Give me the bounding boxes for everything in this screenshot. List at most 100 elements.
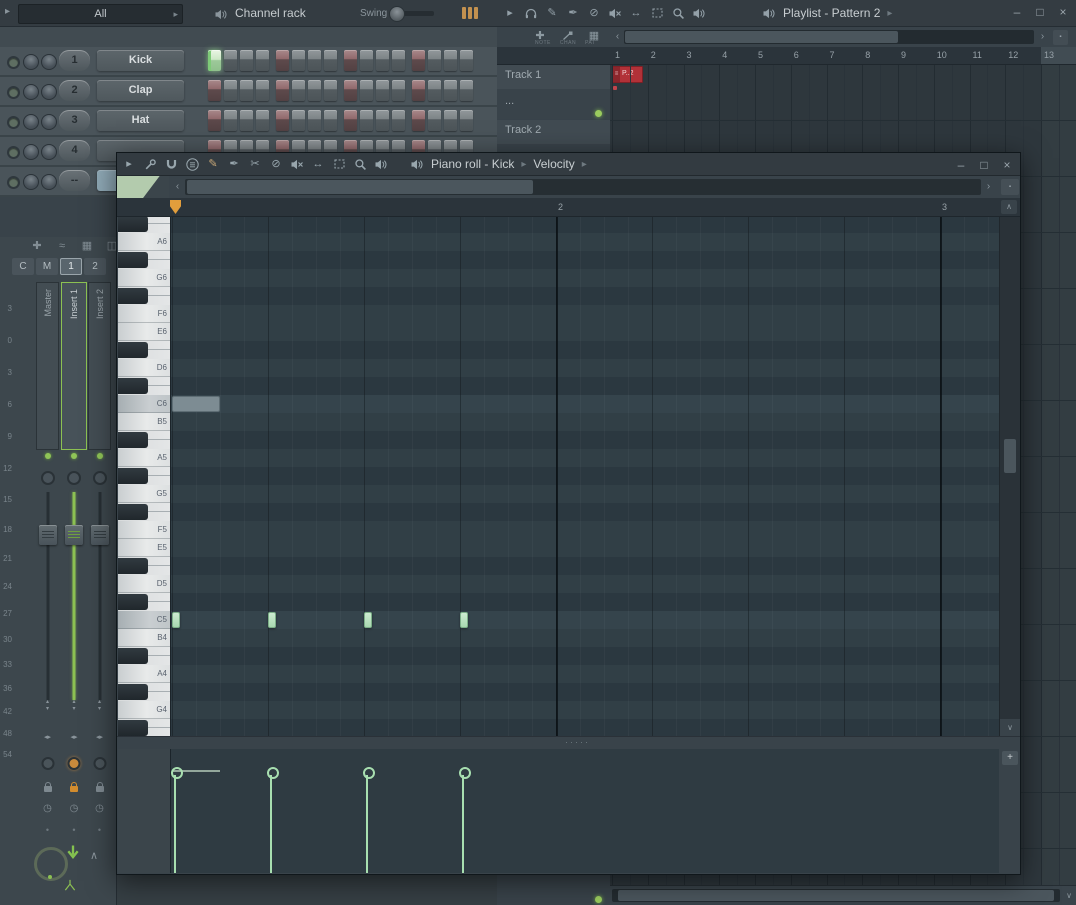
velocity-handle[interactable] [459,767,471,779]
step-cell[interactable] [344,80,357,101]
step-cell[interactable] [444,110,457,131]
snap-magnet-icon[interactable] [164,157,178,171]
step-cell[interactable] [240,80,253,101]
channel-number-display[interactable]: -- [59,170,90,191]
stereo-separation-arrows[interactable]: ▴ ▾ [46,699,49,713]
fader-handle[interactable] [90,525,109,545]
step-cell[interactable] [460,80,473,101]
panel-splitter[interactable]: ····· [117,736,1020,750]
step-cell[interactable] [376,50,389,71]
cut-tool-icon[interactable]: ✂ [248,157,262,171]
piano-keyboard[interactable]: A6 G6 F6 E6 D6 C6 B5 A5 G5 F5 E5 D5 C5 B4 A4 G4 [118,217,170,736]
fader-track[interactable] [98,492,101,700]
channel-button-hat[interactable]: Hat [97,110,184,131]
piano-key-G4[interactable]: G4 [118,701,170,719]
piano-key-G#4[interactable] [118,683,170,701]
velocity-handle[interactable] [267,767,279,779]
step-cell[interactable] [276,80,289,101]
step-cell[interactable] [208,110,221,131]
volume-knob[interactable] [41,174,57,190]
maximize-button[interactable]: □ [977,158,991,172]
piano-key-C#5[interactable] [118,593,170,611]
strip-lock-icon[interactable] [70,782,78,792]
pan-knob[interactable] [23,54,39,70]
close-button[interactable]: × [1056,5,1070,19]
paint-tool-icon[interactable]: ✒ [227,157,241,171]
scroll-left-button[interactable]: ‹ [172,179,183,195]
scrollbar-track[interactable] [624,30,1034,44]
fader-track[interactable] [46,492,49,700]
volume-knob[interactable] [41,84,57,100]
mode-label-chan[interactable]: CHAN [560,40,576,46]
strip-record-led[interactable] [93,757,106,770]
pan-knob[interactable] [23,84,39,100]
strip-name-box[interactable]: Insert 2 [88,282,111,450]
piano-roll-vscrollbar[interactable]: ∨ [999,217,1020,736]
piano-key-G#6[interactable] [118,251,170,269]
piano-key-A#5[interactable] [118,431,170,449]
volume-knob[interactable] [41,114,57,130]
add-control-button[interactable]: + [1002,751,1018,765]
ghost-note-C6[interactable] [172,396,220,412]
pan-arrows-icon[interactable]: ◂▸ [96,733,103,741]
piano-key-D#6[interactable] [118,341,170,359]
channel-number-display[interactable]: 1 [59,50,90,71]
step-cell[interactable] [460,110,473,131]
step-cell[interactable] [360,110,373,131]
step-cell[interactable] [308,80,321,101]
track-label[interactable]: Track 1 [505,69,541,81]
mode-label-note[interactable]: NOTE [535,40,551,46]
scrollbar-handle[interactable] [618,890,1054,901]
step-cell[interactable] [224,110,237,131]
minimize-button[interactable]: – [1010,5,1024,19]
piano-key-E5[interactable]: E5 [118,539,170,557]
channel-display-grid-icon[interactable] [462,7,478,19]
step-cell[interactable] [324,110,337,131]
draw-tool-icon[interactable]: ✎ [206,157,220,171]
scrollbar-handle[interactable] [625,31,898,43]
tools-wrench-icon[interactable] [143,157,157,171]
main-menu-icon[interactable] [185,157,199,171]
scrollbar-handle[interactable] [1004,439,1016,473]
track-activity-led[interactable] [595,896,602,903]
piano-key-F6[interactable]: F6 [118,305,170,323]
scroll-down-button[interactable]: ∨ [1000,719,1020,736]
channel-button-clap[interactable]: Clap [97,80,184,101]
strip-mute-led[interactable] [67,471,81,485]
channel-enable-led[interactable] [7,116,20,129]
select-tool-icon[interactable] [332,157,346,171]
step-cell[interactable] [444,80,457,101]
mixer-strip-master[interactable]: Master ▴ ▾ ◂▸ ◷ • [36,237,59,905]
velocity-lane[interactable] [170,749,999,873]
zoom-tool-icon[interactable] [353,157,367,171]
scrollbar-track[interactable] [185,179,981,195]
scroll-left-button[interactable]: ‹ [612,29,623,45]
step-cell[interactable] [376,80,389,101]
step-cell[interactable] [308,50,321,71]
step-cell[interactable] [412,80,425,101]
piano-key-A4[interactable]: A4 [118,665,170,683]
piano-key-D#5[interactable] [118,557,170,575]
fader-handle[interactable] [65,525,83,545]
channel-enable-led[interactable] [7,176,20,189]
piano-key-B4[interactable]: B4 [118,629,170,647]
step-cell[interactable] [292,80,305,101]
channel-enable-led[interactable] [7,56,20,69]
step-cell[interactable] [256,80,269,101]
record-headphones-icon[interactable] [524,6,538,20]
collapse-arrow-icon[interactable]: ▸ [5,6,10,17]
track-sub-label[interactable]: ... [505,95,514,107]
step-cell[interactable] [360,80,373,101]
note-grid[interactable] [170,217,999,736]
strip-mute-led[interactable] [40,471,55,485]
strip-record-led[interactable] [67,757,81,770]
channel-enable-led[interactable] [7,146,20,159]
scroll-right-button[interactable]: › [1037,29,1048,45]
stereo-separation-arrows[interactable]: ▴ ▾ [98,699,101,713]
panel-mini-button[interactable]: ▪ [1001,179,1019,195]
piano-key-A#6[interactable] [118,217,170,233]
piano-key-F#4[interactable] [118,719,170,736]
piano-key-F#6[interactable] [118,287,170,305]
fader-track[interactable] [72,492,76,700]
playlist-timeline[interactable]: 1 2 3 4 5 6 7 8 9 10 11 12 13 [497,47,1076,65]
